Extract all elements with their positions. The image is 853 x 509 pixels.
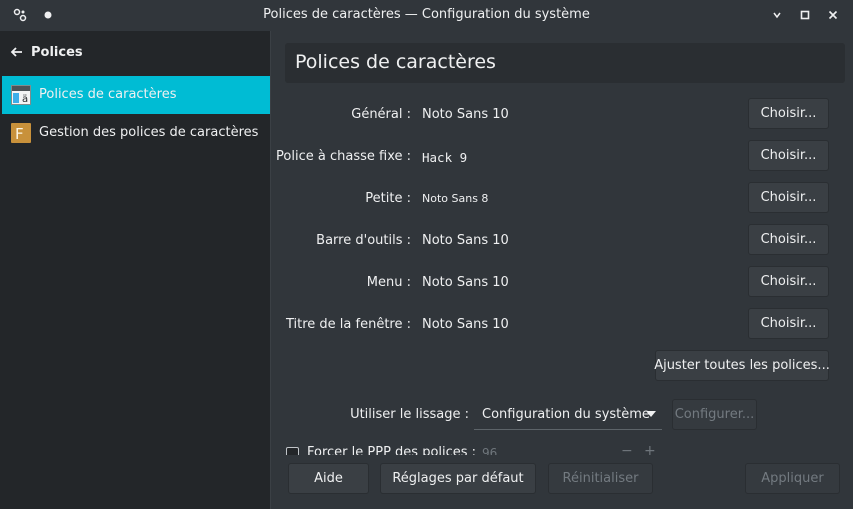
window-titlebar: Polices de caractères — Configuration du… xyxy=(0,0,853,31)
page-header: Polices de caractères xyxy=(285,43,845,83)
font-preview-icon: ä xyxy=(11,85,31,105)
reset-button[interactable]: Réinitialiser xyxy=(548,463,653,494)
fixed-width-font-value: Hack 9 xyxy=(422,150,468,165)
adjust-all-fonts-button[interactable]: Ajuster toutes les polices... xyxy=(654,350,830,381)
general-font-label: Général : xyxy=(351,107,411,122)
menu-font-value: Noto Sans 10 xyxy=(422,275,509,290)
back-arrow-icon[interactable] xyxy=(9,44,25,60)
choose-fixed-width-font-button[interactable]: Choisir... xyxy=(748,140,829,171)
defaults-button[interactable]: Réglages par défaut xyxy=(380,463,536,494)
antialias-label: Utiliser le lissage : xyxy=(350,407,469,422)
choose-general-font-button[interactable]: Choisir... xyxy=(748,98,829,129)
maximize-icon[interactable] xyxy=(797,7,813,23)
configure-antialias-button[interactable]: Configurer... xyxy=(672,399,757,430)
choose-window-title-font-button[interactable]: Choisir... xyxy=(748,308,829,339)
minimize-icon[interactable] xyxy=(769,7,785,23)
fixed-width-font-label: Police à chasse fixe : xyxy=(276,149,411,164)
sidebar-item-fonts[interactable]: ä Polices de caractères xyxy=(2,76,270,114)
small-font-value: Noto Sans 8 xyxy=(422,192,489,205)
window-title-font-label: Titre de la fenêtre : xyxy=(285,317,411,332)
sidebar-back-header[interactable]: Polices xyxy=(0,31,270,75)
choose-small-font-button[interactable]: Choisir... xyxy=(748,182,829,213)
close-icon[interactable] xyxy=(825,7,841,23)
main-content: Polices de caractères Général : Noto San… xyxy=(271,31,853,509)
toolbar-font-value: Noto Sans 10 xyxy=(422,233,509,248)
help-button[interactable]: Aide xyxy=(288,463,369,494)
choose-menu-font-button[interactable]: Choisir... xyxy=(748,266,829,297)
window-title-font-value: Noto Sans 10 xyxy=(422,317,509,332)
toolbar-font-label: Barre d'outils : xyxy=(316,233,411,248)
page-title: Polices de caractères xyxy=(295,51,496,73)
general-font-value: Noto Sans 10 xyxy=(422,107,509,122)
antialias-selected-value: Configuration du système xyxy=(482,406,650,422)
sidebar: Polices ä Polices de caractères F Gestio… xyxy=(0,31,271,509)
font-management-icon: F xyxy=(11,123,31,143)
svg-text:F: F xyxy=(15,125,24,143)
svg-text:ä: ä xyxy=(22,94,28,105)
choose-toolbar-font-button[interactable]: Choisir... xyxy=(748,224,829,255)
footer-button-bar: Aide Réglages par défaut Réinitialiser A… xyxy=(271,455,853,509)
sidebar-item-label: Polices de caractères xyxy=(39,87,177,102)
menu-font-label: Menu : xyxy=(366,275,411,290)
antialias-select[interactable]: Configuration du système xyxy=(474,399,662,430)
sidebar-item-label: Gestion des polices de caractères xyxy=(39,125,259,140)
apply-button[interactable]: Appliquer xyxy=(745,463,840,494)
window-title: Polices de caractères — Configuration du… xyxy=(263,7,590,22)
small-font-label: Petite : xyxy=(365,191,411,206)
sidebar-item-font-management[interactable]: F Gestion des polices de caractères xyxy=(2,114,270,152)
sidebar-back-label[interactable]: Polices xyxy=(31,45,83,60)
chevron-down-icon xyxy=(646,411,656,417)
